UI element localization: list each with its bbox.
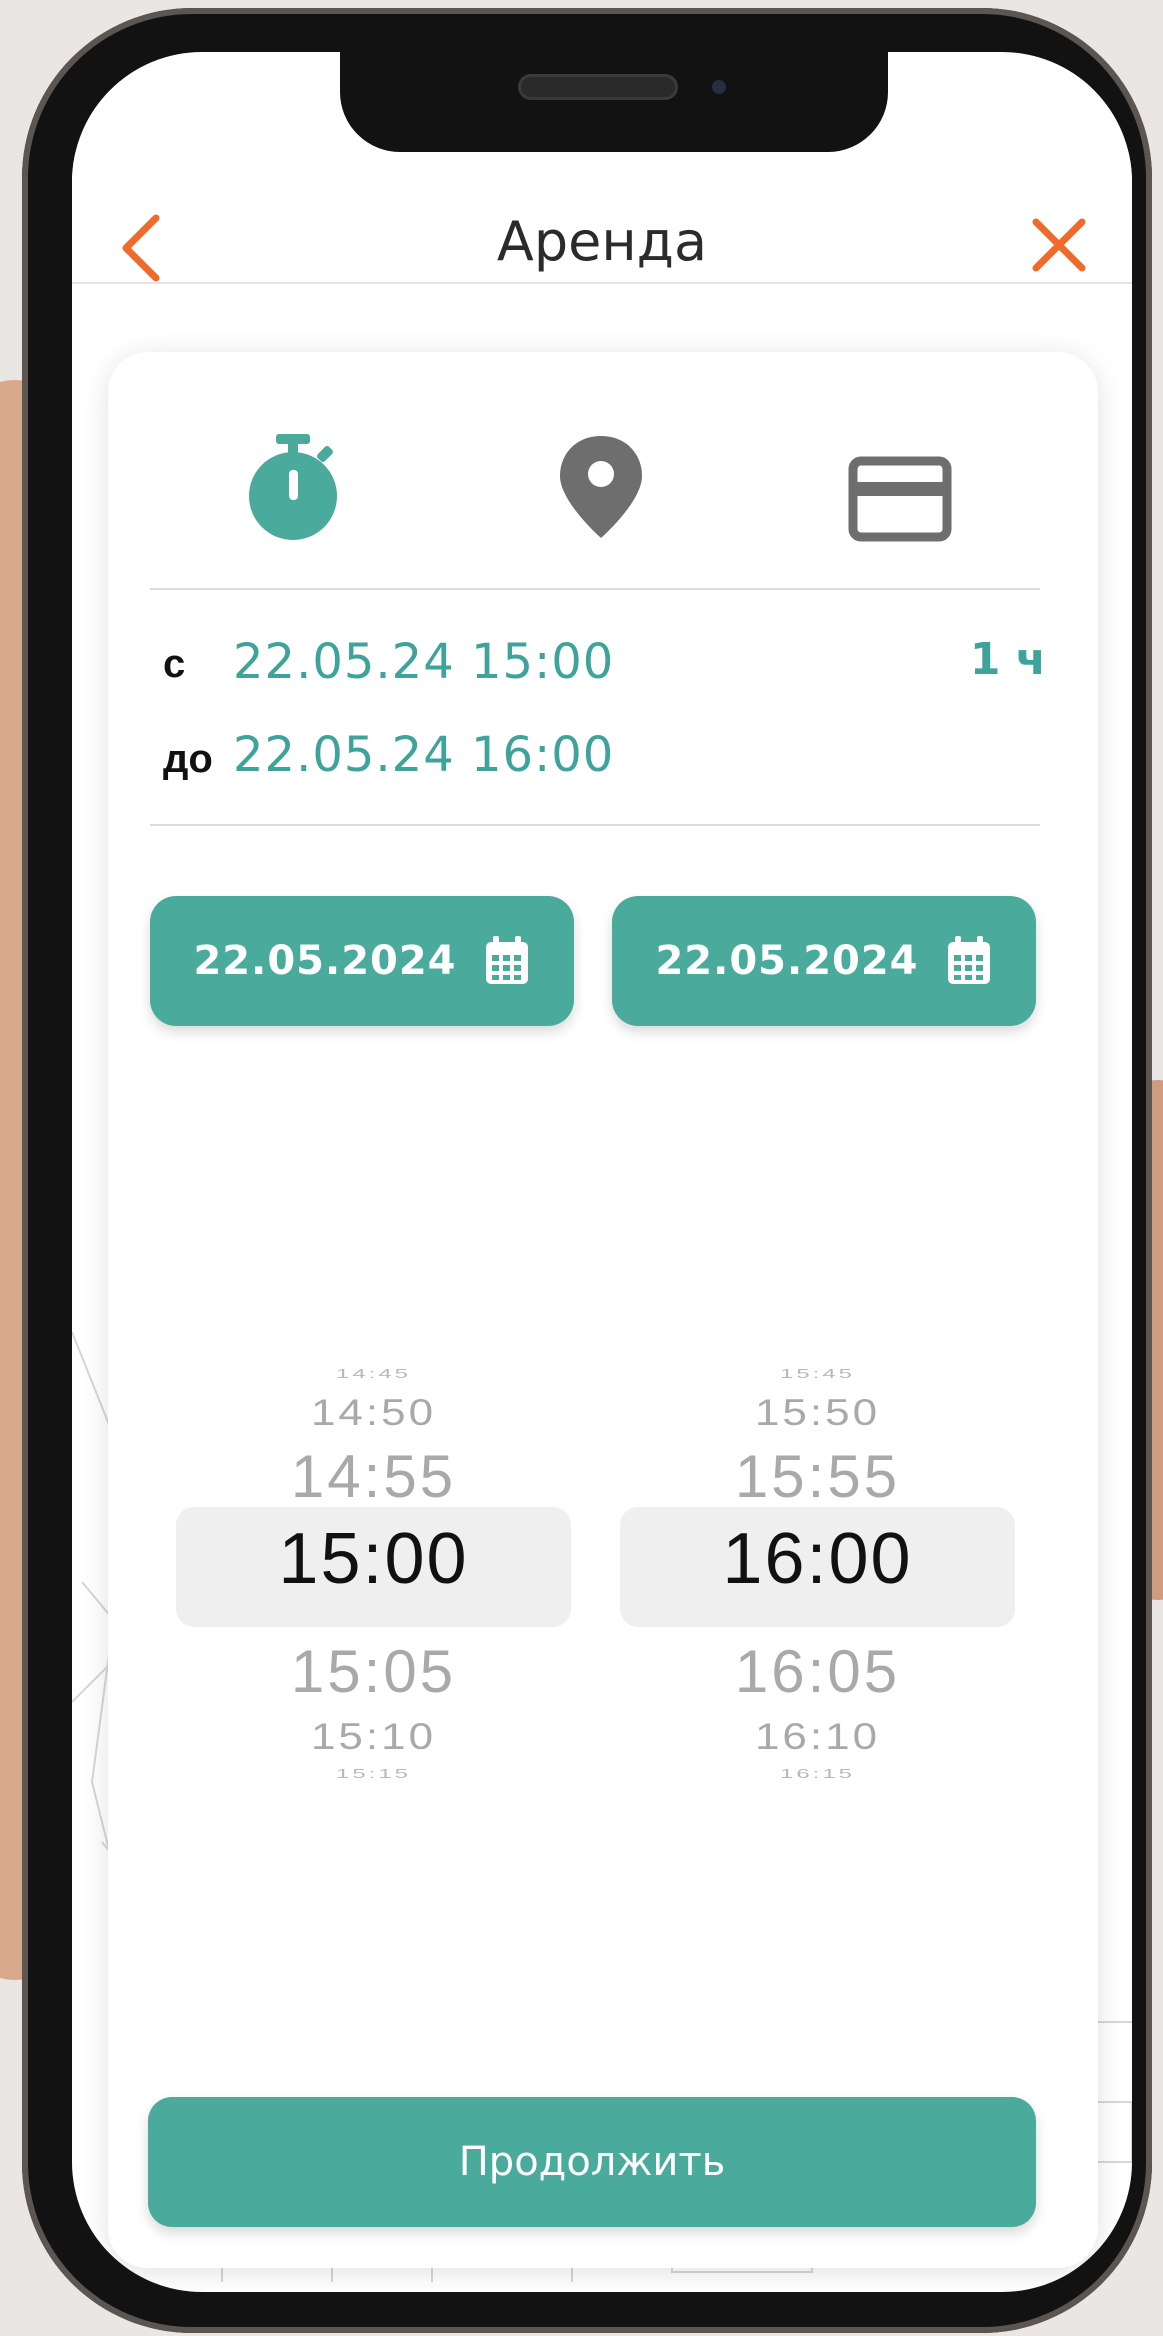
- time-option[interactable]: 15:50: [620, 1392, 1015, 1435]
- time-option[interactable]: 16:15: [620, 1766, 1015, 1781]
- close-button[interactable]: [1024, 210, 1094, 280]
- start-time-picker[interactable]: 14:45 14:50 14:55 15:00 15:05 15:10 15:1…: [176, 1352, 571, 1822]
- credit-card-icon[interactable]: [848, 444, 952, 554]
- end-time-picker[interactable]: 15:45 15:50 15:55 16:00 16:05 16:10 16:1…: [620, 1352, 1015, 1822]
- divider: [150, 824, 1040, 826]
- divider: [150, 588, 1040, 590]
- to-label: до: [163, 737, 213, 781]
- time-option[interactable]: 15:15: [176, 1766, 571, 1781]
- time-option[interactable]: 15:45: [620, 1366, 1015, 1381]
- time-option[interactable]: 14:45: [176, 1366, 571, 1381]
- time-option[interactable]: 15:05: [176, 1637, 571, 1706]
- end-date-label: 22.05.2024: [655, 938, 919, 984]
- notch: [340, 52, 888, 152]
- time-option[interactable]: 14:50: [176, 1392, 571, 1435]
- close-icon: [1032, 218, 1086, 272]
- phone-frame: Аренда с 22.05.24 15:00 1 ч до 22.05.24 …: [22, 8, 1152, 2333]
- duration-value: 1 ч: [969, 634, 1046, 685]
- time-option[interactable]: 14:55: [176, 1442, 571, 1511]
- time-option[interactable]: 16:10: [620, 1716, 1015, 1759]
- selected-time[interactable]: 15:00: [176, 1518, 571, 1600]
- step-indicator: [108, 352, 1098, 552]
- from-datetime: 22.05.24 15:00: [233, 634, 615, 690]
- time-option[interactable]: 16:05: [620, 1637, 1015, 1706]
- calendar-icon: [485, 936, 528, 984]
- header-bar: Аренда: [72, 152, 1132, 284]
- time-option[interactable]: 15:55: [620, 1442, 1015, 1511]
- stopwatch-icon[interactable]: [238, 432, 348, 542]
- location-pin-icon[interactable]: [556, 432, 646, 542]
- time-option[interactable]: 15:10: [176, 1716, 571, 1759]
- page-title: Аренда: [496, 210, 708, 273]
- front-camera: [712, 80, 726, 94]
- calendar-icon: [947, 936, 990, 984]
- selected-time[interactable]: 16:00: [620, 1518, 1015, 1600]
- speaker: [518, 74, 678, 100]
- from-label: с: [163, 642, 186, 686]
- rental-card: с 22.05.24 15:00 1 ч до 22.05.24 16:00 2…: [108, 352, 1098, 2268]
- continue-button[interactable]: Продолжить: [148, 2097, 1036, 2227]
- end-date-button[interactable]: 22.05.2024: [612, 896, 1036, 1026]
- to-datetime: 22.05.24 16:00: [233, 727, 615, 783]
- start-date-button[interactable]: 22.05.2024: [150, 896, 574, 1026]
- app-screen: Аренда с 22.05.24 15:00 1 ч до 22.05.24 …: [72, 52, 1132, 2292]
- start-date-label: 22.05.2024: [193, 938, 457, 984]
